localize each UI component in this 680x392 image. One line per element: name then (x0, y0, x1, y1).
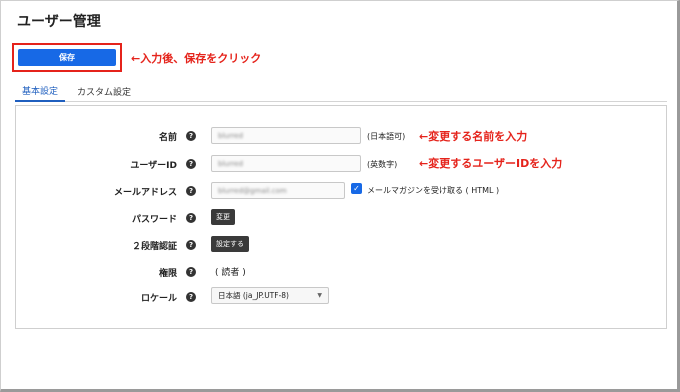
newsletter-label: メールマガジンを受け取る ( HTML ) (367, 186, 500, 195)
tab-bar: 基本設定 カスタム設定 (15, 80, 667, 102)
tab-custom-settings[interactable]: カスタム設定 (71, 80, 137, 102)
window-frame: ユーザー管理 保存 ←入力後、保存をクリック 基本設定 カスタム設定 名前 ? … (0, 0, 680, 392)
name-value: blurred (218, 131, 244, 140)
user-id-label: ユーザーID (130, 161, 177, 171)
save-button[interactable]: 保存 (18, 49, 116, 66)
password-label: パスワード (131, 215, 177, 225)
locale-select[interactable]: 日本語 (ja_JP.UTF-8) ▼ (211, 287, 329, 304)
help-icon[interactable]: ? (186, 240, 196, 250)
user-id-value: blurred (218, 159, 244, 168)
two-factor-label: ２段階認証 (131, 242, 177, 252)
help-icon[interactable]: ? (186, 267, 196, 277)
name-label: 名前 (158, 133, 177, 143)
help-icon[interactable]: ? (186, 213, 196, 223)
email-value: blurred@gmail.com (218, 186, 287, 195)
save-highlight-box: 保存 (12, 43, 122, 72)
user-id-hint: (英数字) (367, 160, 398, 169)
tab-basic-settings[interactable]: 基本設定 (15, 80, 65, 102)
user-id-input[interactable]: blurred (211, 155, 361, 172)
email-label: メールアドレス (113, 188, 177, 198)
name-annotation: ←変更する名前を入力 (419, 130, 528, 143)
role-value: ( 読者 ) (215, 268, 246, 278)
two-factor-setup-button[interactable]: 設定する (211, 236, 249, 252)
help-icon[interactable]: ? (186, 131, 196, 141)
role-label: 権限 (158, 269, 177, 279)
locale-label: ロケール (140, 294, 177, 304)
change-password-button[interactable]: 変更 (211, 209, 235, 225)
page-title: ユーザー管理 (17, 14, 101, 30)
locale-value: 日本語 (ja_JP.UTF-8) (218, 291, 289, 300)
name-input[interactable]: blurred (211, 127, 361, 144)
chevron-down-icon: ▼ (317, 292, 322, 299)
help-icon[interactable]: ? (186, 292, 196, 302)
help-icon[interactable]: ? (186, 186, 196, 196)
name-hint: (日本語可) (367, 132, 406, 141)
save-annotation: ←入力後、保存をクリック (131, 52, 262, 65)
newsletter-checkbox[interactable]: ✓ (351, 183, 362, 194)
user-id-annotation: ←変更するユーザーIDを入力 (419, 157, 563, 170)
help-icon[interactable]: ? (186, 159, 196, 169)
check-icon: ✓ (353, 184, 360, 193)
email-input[interactable]: blurred@gmail.com (211, 182, 345, 199)
